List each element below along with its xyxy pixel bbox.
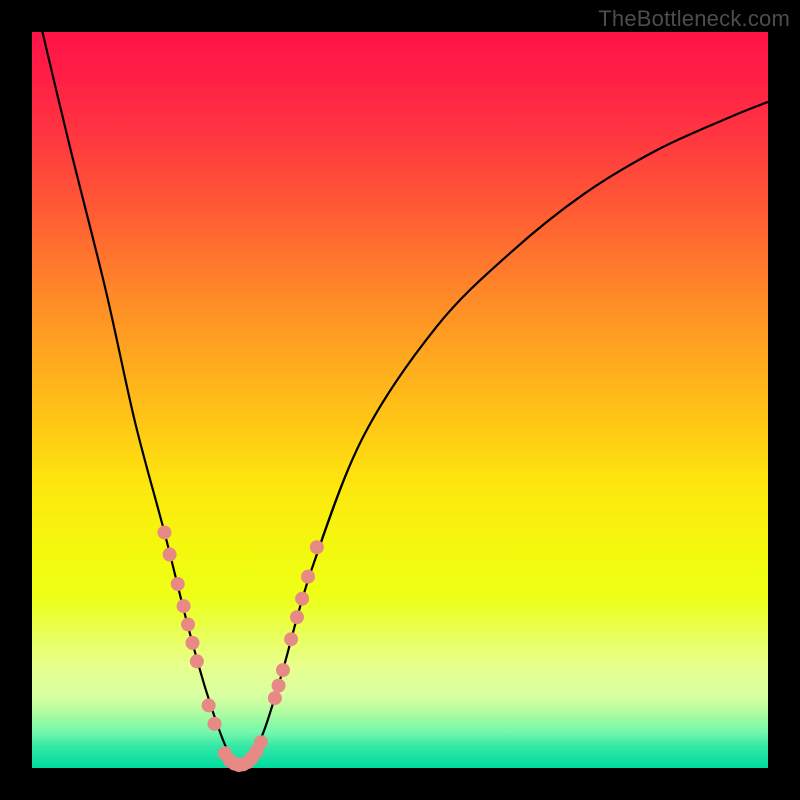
attribution-text: TheBottleneck.com: [598, 6, 790, 32]
bottleneck-curve-right: [312, 102, 768, 569]
data-markers: [157, 525, 323, 772]
chart-frame: TheBottleneck.com: [0, 0, 800, 800]
data-marker: [190, 654, 204, 668]
data-marker: [163, 548, 177, 562]
data-marker: [284, 632, 298, 646]
data-marker: [295, 592, 309, 606]
chart-overlay: [32, 32, 768, 768]
data-marker: [202, 698, 216, 712]
data-marker: [276, 663, 290, 677]
data-marker: [254, 735, 268, 749]
plot-area: [32, 32, 768, 768]
bottleneck-curve: [32, 0, 768, 765]
data-marker: [171, 577, 185, 591]
data-marker: [208, 717, 222, 731]
data-marker: [157, 525, 171, 539]
data-marker: [181, 617, 195, 631]
data-marker: [272, 679, 286, 693]
data-marker: [177, 599, 191, 613]
data-marker: [185, 636, 199, 650]
data-marker: [301, 570, 315, 584]
data-marker: [268, 691, 282, 705]
data-marker: [290, 610, 304, 624]
data-marker: [310, 540, 324, 554]
